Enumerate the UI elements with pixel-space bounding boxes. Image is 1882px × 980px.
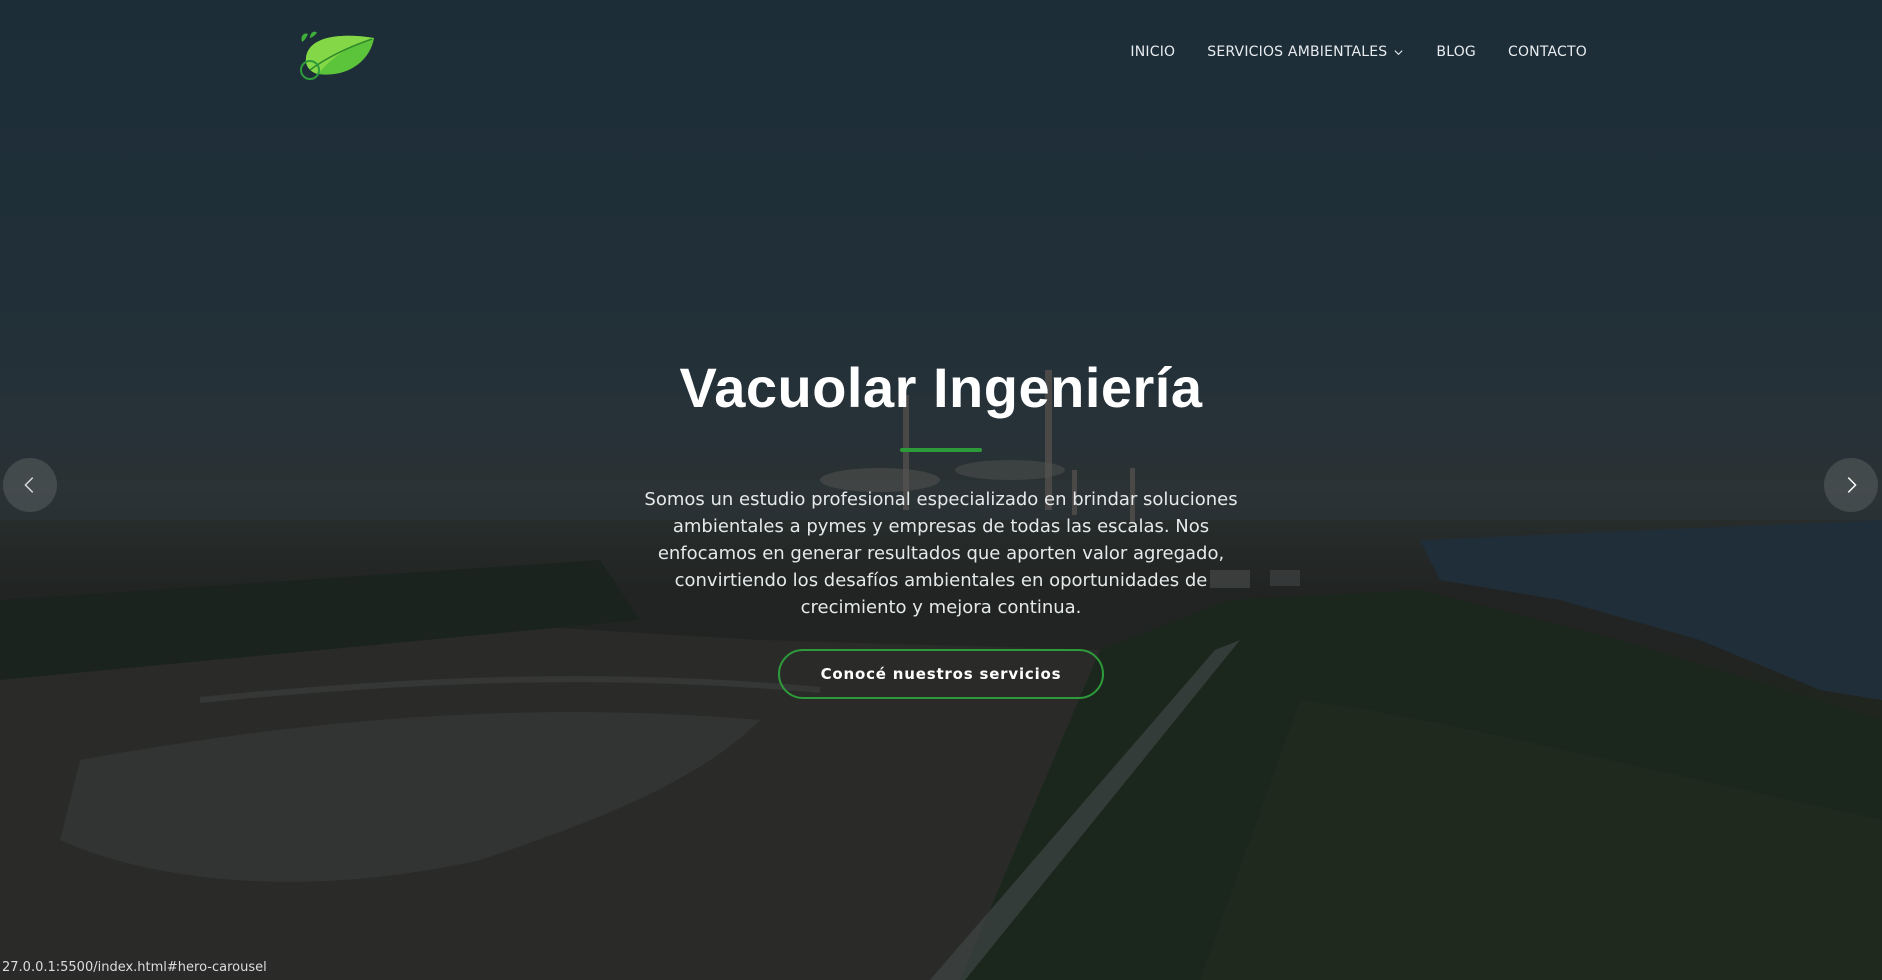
nav-item-servicios-ambientales[interactable]: SERVICIOS AMBIENTALES <box>1207 44 1404 60</box>
leaf-logo-icon <box>300 31 374 80</box>
nav-item-label: CONTACTO <box>1507 44 1587 60</box>
hero-content: Vacuolar Ingeniería Somos un estudio pro… <box>0 355 1882 699</box>
nav-item-label: INICIO <box>1130 44 1176 60</box>
hero-carousel: INICIO SERVICIOS AMBIENTALES BLOG CONTAC… <box>0 0 1882 980</box>
main-nav: INICIO SERVICIOS AMBIENTALES BLOG CONTAC… <box>1130 44 1587 60</box>
nav-item-contacto[interactable]: CONTACTO <box>1508 44 1587 60</box>
nav-item-blog[interactable]: BLOG <box>1436 44 1476 60</box>
chevron-down-icon <box>1394 49 1403 55</box>
services-cta-button[interactable]: Conocé nuestros servicios <box>777 649 1105 699</box>
title-divider <box>900 448 982 452</box>
carousel-prev-button[interactable] <box>3 458 57 512</box>
hero-title: Vacuolar Ingeniería <box>679 356 1203 419</box>
nav-item-label: BLOG <box>1436 44 1476 60</box>
chevron-left-icon <box>24 477 34 493</box>
nav-item-inicio[interactable]: INICIO <box>1130 44 1175 60</box>
site-logo[interactable] <box>296 28 378 82</box>
site-header: INICIO SERVICIOS AMBIENTALES BLOG CONTAC… <box>0 0 1882 110</box>
hero-description: Somos un estudio profesional especializa… <box>644 489 1238 618</box>
nav-item-label: SERVICIOS AMBIENTALES <box>1207 44 1388 60</box>
chevron-right-icon <box>1847 477 1857 493</box>
browser-status-url: 27.0.0.1:5500/index.html#hero-carousel <box>0 957 273 979</box>
carousel-next-button[interactable] <box>1824 458 1878 512</box>
